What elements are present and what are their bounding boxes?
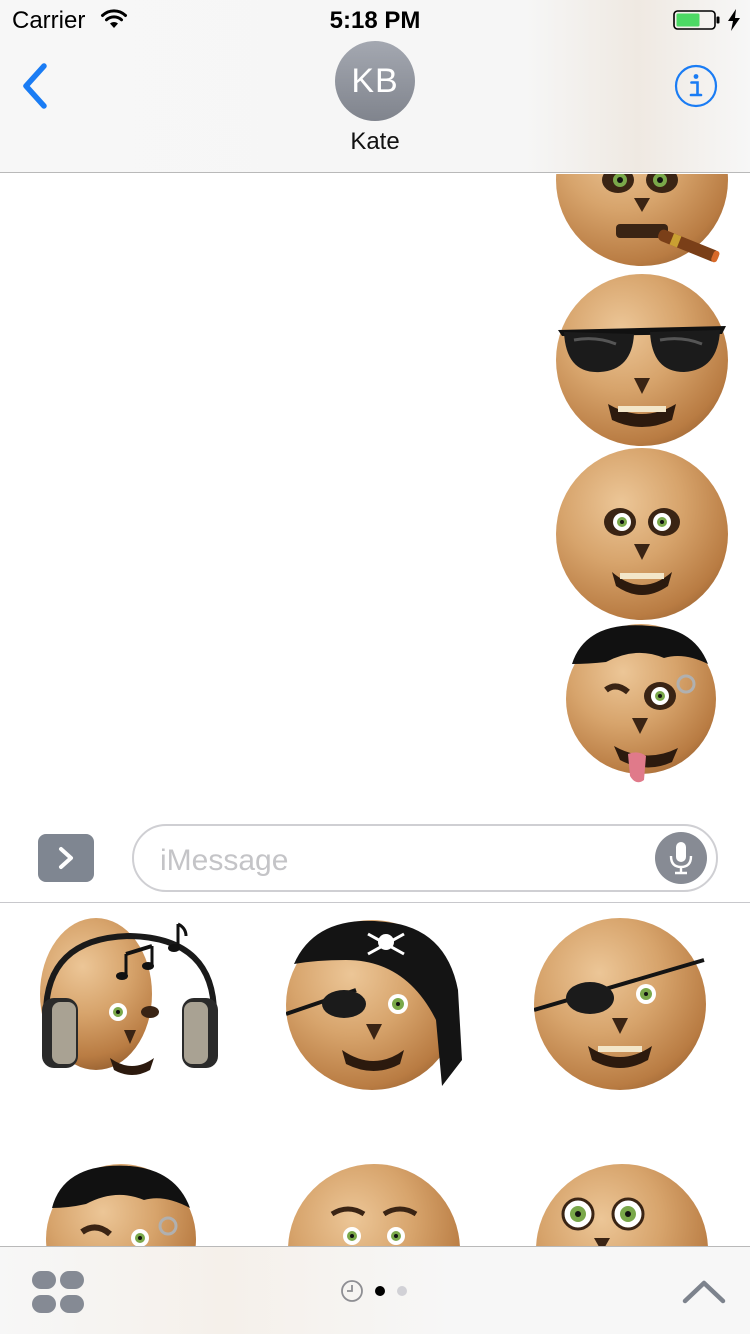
recents-clock-icon bbox=[341, 1280, 363, 1302]
page-dot-inactive bbox=[397, 1286, 407, 1296]
sunglasses-skull-art bbox=[558, 326, 726, 427]
surprised-skull-art bbox=[604, 508, 680, 595]
dictation-button[interactable] bbox=[655, 832, 707, 884]
compose-bar: iMessage bbox=[0, 810, 750, 903]
drawer-sticker-pirate-skull[interactable] bbox=[286, 920, 466, 1090]
message-placeholder: iMessage bbox=[160, 844, 289, 877]
punk-skull-drawer-art bbox=[52, 1165, 190, 1246]
worried-skull-art bbox=[330, 1206, 418, 1245]
sent-sticker-punk-skull[interactable] bbox=[566, 624, 722, 796]
info-icon[interactable] bbox=[674, 64, 718, 108]
drawer-sticker-worried-skull[interactable] bbox=[288, 1164, 460, 1246]
drawer-sticker-headphones-skull[interactable] bbox=[40, 918, 220, 1094]
expand-apps-button[interactable] bbox=[38, 834, 94, 882]
sent-sticker-sunglasses-skull[interactable] bbox=[556, 274, 728, 446]
drawer-sticker-eyepatch-skull[interactable] bbox=[534, 918, 706, 1090]
charging-bolt-icon bbox=[728, 9, 740, 31]
conversation-header: Carrier 5:18 PM KB Kate bbox=[0, 0, 750, 173]
drawer-sticker-punk-skull[interactable] bbox=[46, 1164, 202, 1246]
avatar-initials: KB bbox=[351, 62, 399, 100]
app-drawer-bar bbox=[0, 1246, 750, 1334]
contact-avatar[interactable]: KB bbox=[335, 41, 415, 121]
drawer-sticker-staring-skull[interactable] bbox=[536, 1164, 708, 1246]
message-transcript[interactable] bbox=[0, 174, 750, 810]
page-indicator[interactable] bbox=[340, 1279, 420, 1303]
chevron-right-icon bbox=[59, 847, 73, 869]
contact-name[interactable]: Kate bbox=[0, 128, 750, 156]
clock: 5:18 PM bbox=[329, 7, 421, 34]
sent-sticker-cigar-skull[interactable] bbox=[556, 174, 728, 266]
chevron-up-icon[interactable] bbox=[682, 1277, 726, 1305]
app-drawer-icon[interactable] bbox=[32, 1271, 84, 1313]
cigar-skull-art bbox=[602, 174, 720, 263]
punk-skull-art bbox=[572, 625, 708, 783]
eyepatch-skull-art bbox=[534, 958, 705, 1068]
staring-skull-art bbox=[561, 1197, 645, 1246]
sticker-drawer[interactable] bbox=[0, 904, 750, 1246]
back-chevron-icon[interactable] bbox=[16, 60, 60, 112]
headphones-skull-art bbox=[42, 922, 218, 1075]
pirate-skull-art bbox=[286, 920, 462, 1086]
sent-sticker-surprised-skull[interactable] bbox=[556, 448, 728, 620]
microphone-icon bbox=[669, 842, 693, 875]
battery-icon bbox=[673, 10, 720, 30]
message-input[interactable]: iMessage bbox=[132, 824, 718, 892]
page-dot-active bbox=[375, 1286, 385, 1296]
status-bar: Carrier 5:18 PM bbox=[0, 0, 750, 40]
